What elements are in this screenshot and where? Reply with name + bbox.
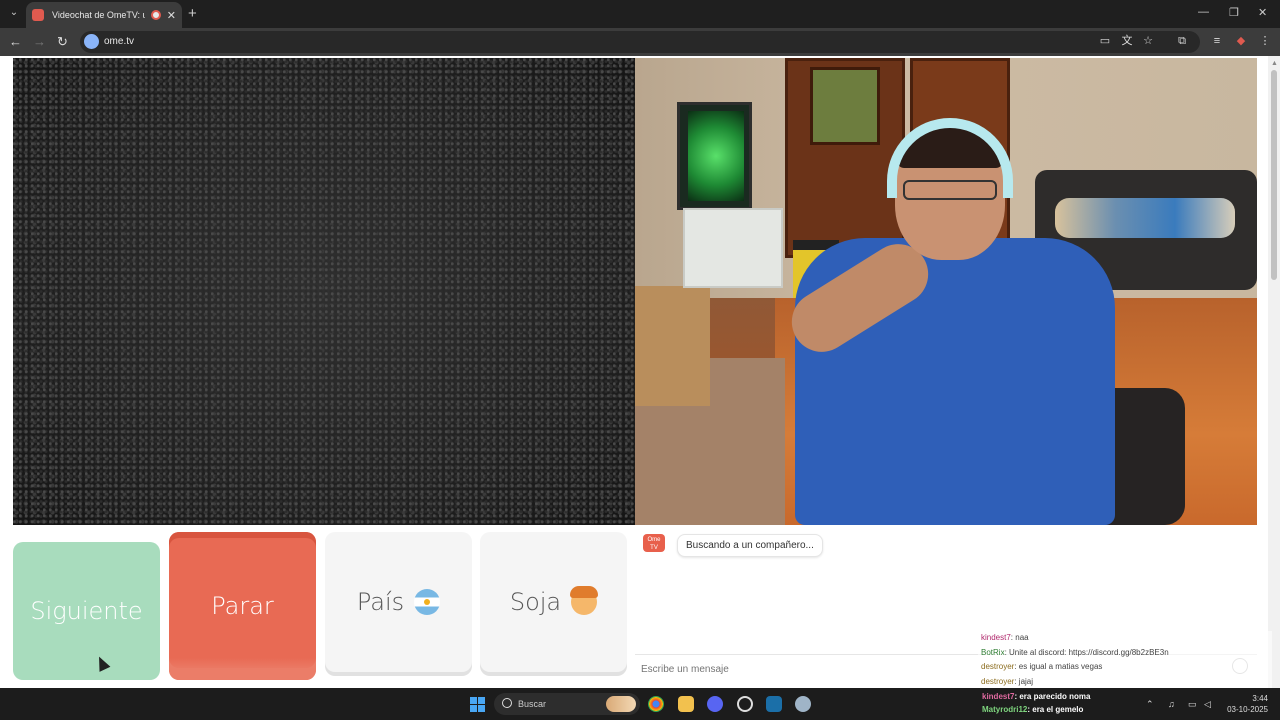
tray-expand-icon[interactable]: ⌃	[1146, 699, 1154, 710]
network-icon[interactable]: ▭	[1188, 699, 1197, 710]
gender-button[interactable]: Soja	[480, 532, 627, 672]
volume-icon[interactable]: ◁	[1204, 699, 1211, 710]
clock-time: 3:44	[1252, 694, 1268, 703]
overlay-chat-line: kindest7: era parecido noma	[982, 692, 1091, 701]
glasses	[903, 180, 997, 200]
own-webcam-feed	[635, 58, 1257, 525]
search-highlight-icon	[606, 696, 636, 712]
ometv-favicon-icon	[32, 9, 44, 21]
address-bar[interactable]	[80, 31, 1200, 53]
overlay-chat-line: destroyer: es igual a matias vegas	[981, 662, 1103, 671]
stream-chat-overlay: kindest7: naa BotRix: Unite al discord: …	[978, 631, 1272, 689]
argentina-flag-icon	[414, 589, 441, 615]
overlay-chat-line: BotRix: Unite al discord: https://discor…	[981, 648, 1169, 657]
search-icon	[502, 698, 512, 708]
profile-avatar-icon[interactable]: ◆	[1235, 35, 1247, 47]
file-explorer-icon[interactable]	[678, 696, 694, 712]
steam-app-icon[interactable]	[766, 696, 782, 712]
ometv-page: Siguiente Parar País Soja Ome TV Buscand…	[0, 56, 1280, 688]
url-text[interactable]: ome.tv	[104, 36, 134, 47]
media-control-icon[interactable]: ≡	[1211, 35, 1223, 47]
country-button-label: País	[356, 588, 405, 616]
minimize-button[interactable]: —	[1198, 6, 1209, 18]
taskbar-clock[interactable]: 3:44 03-10-2025	[1224, 693, 1268, 715]
scrollbar-thumb[interactable]	[1271, 70, 1277, 280]
restore-button[interactable]: ❐	[1229, 6, 1239, 19]
clothes-pile	[1055, 198, 1235, 238]
close-window-button[interactable]: ✕	[1258, 6, 1267, 19]
taskbar-search-label: Buscar	[518, 699, 547, 709]
stranger-video-feed	[13, 58, 635, 525]
overlay-chat-line: Matyrodri12: era el gemelo	[982, 705, 1084, 714]
cardboard-box	[635, 286, 710, 406]
settings-app-icon[interactable]	[795, 696, 811, 712]
tab-search-icon[interactable]: ⌄	[6, 5, 22, 21]
country-button[interactable]: País	[325, 532, 472, 672]
new-tab-button[interactable]: +	[188, 5, 197, 22]
next-button[interactable]: Siguiente	[13, 542, 160, 680]
discord-app-icon[interactable]	[707, 696, 723, 712]
stop-button[interactable]: Parar	[169, 532, 316, 680]
cast-icon[interactable]: ▭	[1099, 35, 1111, 47]
scroll-up-arrow-icon[interactable]: ▲	[1271, 60, 1278, 67]
overlay-chat-line: kindest7: naa	[981, 633, 1029, 642]
translate-icon[interactable]: 文	[1121, 35, 1133, 47]
back-arrow-icon[interactable]: ←	[9, 34, 22, 49]
extensions-icon[interactable]: ⧉	[1176, 35, 1188, 47]
site-info-icon[interactable]	[84, 34, 99, 49]
overlay-chat-line: destroyer: jajaj	[981, 677, 1034, 686]
chat-status-message: Buscando a un compañero...	[677, 534, 823, 557]
browser-toolbar: ← → ↻ ome.tv ▭ 文 ☆ ⧉ ≡ ◆ ⋮	[0, 28, 1280, 56]
next-button-label: Siguiente	[30, 597, 143, 625]
clock-date: 03-10-2025	[1227, 705, 1268, 714]
obs-app-icon[interactable]	[737, 696, 753, 712]
reload-icon[interactable]: ↻	[57, 34, 68, 50]
chrome-app-icon[interactable]	[648, 696, 664, 712]
gender-button-label: Soja	[509, 588, 562, 616]
stop-button-label: Parar	[211, 592, 274, 620]
mini-fridge	[677, 102, 752, 210]
windows-start-icon[interactable]	[470, 697, 485, 712]
browser-tab[interactable]: Videochat de OmeTV: una ✕	[26, 2, 182, 28]
microphone-icon[interactable]: ♫	[1168, 699, 1175, 709]
ometv-logo-icon: Ome TV	[643, 534, 665, 552]
recording-icon	[150, 10, 161, 20]
forward-arrow-icon[interactable]: →	[33, 34, 46, 49]
white-cabinet	[683, 208, 783, 288]
stream-chat-bottom: kindest7: era parecido noma Matyrodri12:…	[982, 692, 1091, 714]
browser-menu-icon[interactable]: ⋮	[1259, 35, 1271, 47]
room-door	[785, 58, 905, 258]
boy-face-icon	[570, 586, 599, 615]
tab-title: Videochat de OmeTV: una	[52, 10, 145, 20]
browser-tabbar: ⌄ Videochat de OmeTV: una ✕ + — ❐ ✕	[0, 0, 1280, 28]
bookmark-star-icon[interactable]: ☆	[1142, 35, 1154, 47]
tab-close-icon[interactable]: ✕	[167, 9, 176, 22]
